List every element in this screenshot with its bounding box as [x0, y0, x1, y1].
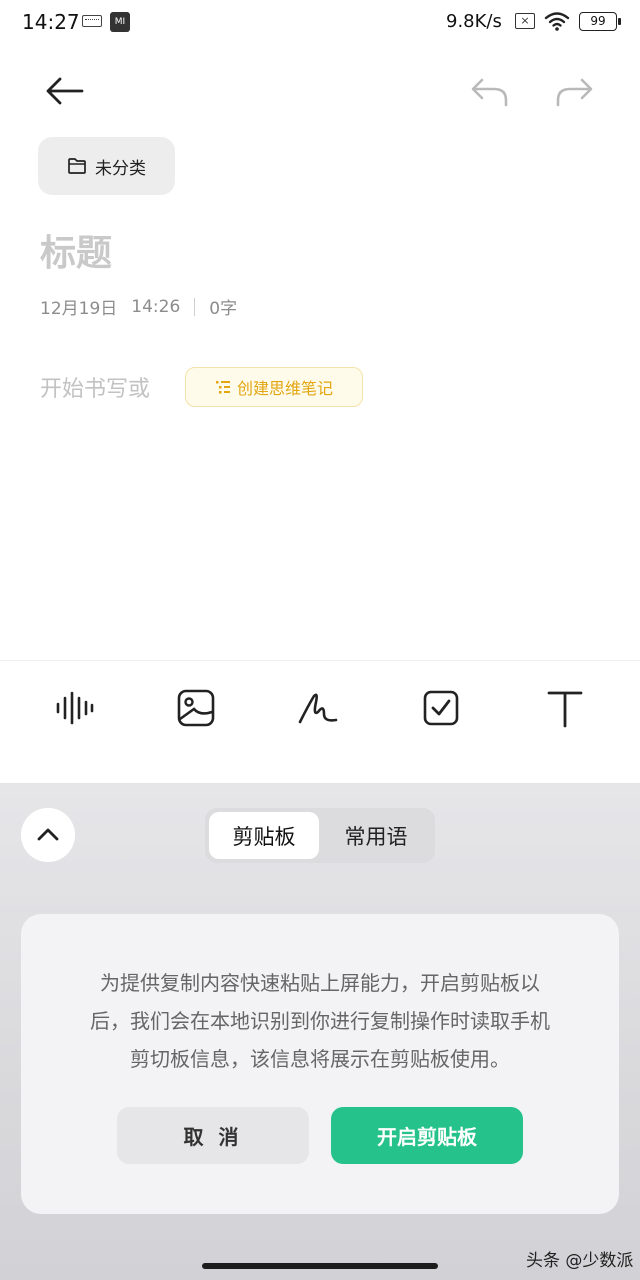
- back-button[interactable]: [40, 70, 90, 112]
- image-icon[interactable]: [174, 686, 218, 730]
- mi-app-icon: MI: [110, 12, 130, 32]
- network-speed: 9.8K/s: [446, 11, 502, 32]
- category-label: 未分类: [95, 158, 146, 179]
- prompt-line: 后，我们会在本地识别到你进行复制操作时读取手机: [90, 1009, 550, 1033]
- meta-divider: [194, 297, 196, 316]
- create-mind-note-button[interactable]: 创建思维笔记: [185, 367, 363, 407]
- mind-note-label: 创建思维笔记: [236, 379, 333, 398]
- body-input[interactable]: 开始书写或: [40, 371, 150, 403]
- home-indicator[interactable]: [202, 1263, 438, 1269]
- status-bar: 14:27 MI 9.8K/s × 99: [0, 0, 640, 44]
- keyboard-icon: [82, 15, 102, 27]
- clipboard-permission-text: 为提供复制内容快速粘贴上屏能力，开启剪贴板以 后，我们会在本地识别到你进行复制操…: [52, 964, 588, 1078]
- collapse-button[interactable]: [21, 808, 75, 862]
- handwriting-icon[interactable]: [296, 686, 340, 730]
- tab-clipboard[interactable]: 剪贴板: [209, 812, 319, 859]
- prompt-line: 剪切板信息，该信息将展示在剪贴板使用。: [130, 1047, 510, 1071]
- checkbox-icon[interactable]: [419, 686, 463, 730]
- word-count: 0字: [209, 299, 238, 319]
- mind-map-icon: [215, 381, 230, 394]
- battery-icon: 99: [579, 12, 621, 31]
- wifi-icon: [544, 12, 570, 31]
- title-input[interactable]: 标题: [40, 224, 112, 276]
- toolbar-divider: [0, 660, 640, 661]
- status-time: 14:27: [22, 10, 80, 34]
- folder-icon: [68, 158, 86, 174]
- note-meta: 12月19日 14:26 0字: [40, 294, 238, 320]
- text-format-icon[interactable]: [543, 686, 587, 730]
- watermark: 头条 @少数派: [526, 1251, 634, 1271]
- cancel-button[interactable]: 取 消: [117, 1107, 309, 1164]
- note-date: 12月19日: [40, 299, 118, 319]
- undo-button[interactable]: [468, 72, 512, 112]
- voice-icon[interactable]: [52, 686, 96, 730]
- enable-clipboard-button[interactable]: 开启剪贴板: [331, 1107, 523, 1164]
- redo-button[interactable]: [552, 72, 596, 112]
- prompt-line: 为提供复制内容快速粘贴上屏能力，开启剪贴板以: [100, 971, 540, 995]
- no-sim-icon: ×: [515, 13, 535, 29]
- note-time: 14:26: [131, 296, 181, 317]
- tab-phrases[interactable]: 常用语: [321, 812, 431, 859]
- category-chip[interactable]: 未分类: [38, 137, 175, 195]
